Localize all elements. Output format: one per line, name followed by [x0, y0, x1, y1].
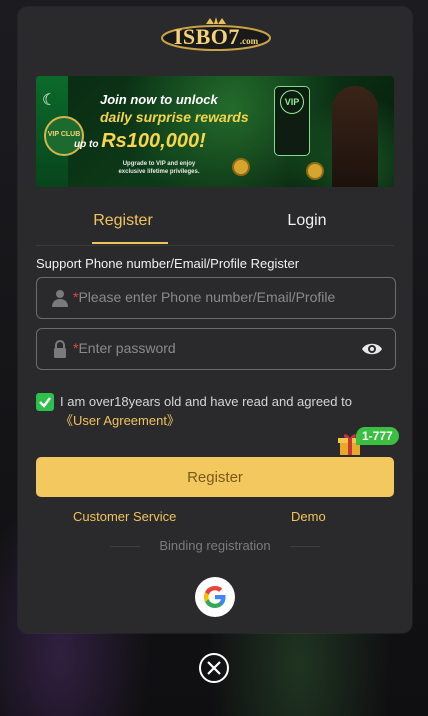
user-icon — [52, 290, 68, 307]
logo-text: ISBO7 — [173, 24, 240, 49]
google-icon — [204, 586, 226, 608]
password-placeholder-text: Enter password — [78, 340, 176, 356]
close-modal-button[interactable] — [199, 653, 229, 683]
close-icon — [207, 661, 221, 675]
crescent-icon: ☾ — [42, 92, 57, 109]
register-button[interactable]: Register — [36, 457, 394, 497]
lock-icon — [54, 340, 66, 358]
banner-amount: Rs100,000! — [101, 130, 206, 152]
banner-line-3: up to Rs100,000! — [74, 130, 206, 153]
demo-link[interactable]: Demo — [291, 509, 326, 524]
model-illustration — [332, 86, 378, 187]
agree-checkbox[interactable] — [36, 393, 54, 411]
password-placeholder: *Enter password — [73, 340, 176, 356]
active-tab-indicator — [92, 242, 168, 244]
bonus-badge: 1-777 — [356, 427, 399, 445]
phone-email-input[interactable]: *Please enter Phone number/Email/Profile — [36, 277, 396, 319]
banner-line-4: Upgrade to VIP and enjoy exclusive lifet… — [118, 161, 200, 175]
check-icon — [39, 397, 51, 408]
agreement-label: I am over18years old and have read and a… — [60, 394, 352, 409]
binding-registration-label: Binding registration — [110, 538, 320, 553]
banner-line-2: daily surprise rewards — [100, 109, 249, 125]
auth-tabs: Register Login — [36, 201, 394, 246]
phone-placeholder-text: Please enter Phone number/Email/Profile — [78, 289, 336, 305]
chip-icon — [306, 162, 324, 180]
banner-line-1: Join now to unlock — [100, 92, 218, 107]
google-login-button[interactable] — [195, 577, 235, 617]
logo-suffix: .com — [239, 36, 259, 46]
eye-icon[interactable] — [361, 339, 383, 359]
tab-register[interactable]: Register — [78, 201, 168, 245]
phone-placeholder: *Please enter Phone number/Email/Profile — [73, 289, 335, 305]
promo-banner[interactable]: ☾ VIP CLUB Join now to unlock daily surp… — [36, 76, 394, 187]
user-agreement-link[interactable]: 《User Agreement》 — [60, 413, 180, 428]
customer-service-link[interactable]: Customer Service — [73, 509, 176, 524]
support-label: Support Phone number/Email/Profile Regis… — [36, 256, 300, 271]
banner-prefix: up to — [74, 139, 99, 150]
chip-icon — [232, 158, 250, 176]
brand-logo: ISBO7.com — [160, 16, 272, 52]
tab-login[interactable]: Login — [262, 201, 352, 245]
agreement-text: I am over18years old and have read and a… — [60, 392, 390, 430]
vip-badge: VIP — [280, 90, 304, 114]
password-input[interactable]: *Enter password — [36, 328, 396, 370]
